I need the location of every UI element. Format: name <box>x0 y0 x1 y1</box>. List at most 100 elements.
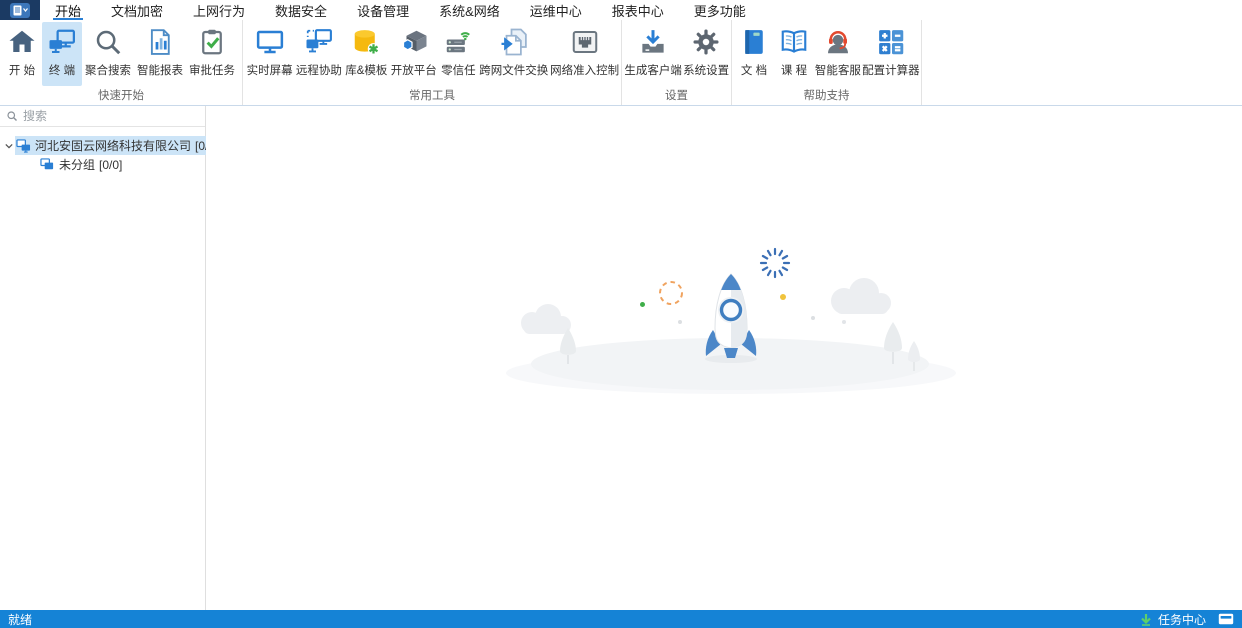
app-menu-button[interactable] <box>0 0 40 20</box>
dot-decoration <box>780 294 786 300</box>
chevron-down-icon[interactable] <box>3 143 15 149</box>
ribbon-item-label: 开 始 <box>9 62 35 78</box>
device-tree: 河北安固云网络科技有限公司 [0/0] 未分组 [0/0] <box>0 127 205 174</box>
ribbon-item-zero-trust[interactable]: 零信任 <box>438 22 478 86</box>
ribbon-item-smart-report[interactable]: 智能报表 <box>134 22 186 86</box>
ribbon-item-label: 零信任 <box>441 62 476 78</box>
tab-system-network[interactable]: 系统&网络 <box>424 0 515 20</box>
headset-agent-icon <box>821 25 855 59</box>
ribbon-item-approval-tasks[interactable]: 审批任务 <box>186 22 238 86</box>
ribbon-item-label: 课 程 <box>781 62 807 78</box>
ribbon-item-label: 配置计算器 <box>862 62 920 78</box>
ribbon-item-remote-assist[interactable]: 远程协助 <box>294 22 343 86</box>
ribbon-group-label: 设置 <box>622 86 731 107</box>
search-icon <box>6 110 18 122</box>
download-client-icon <box>636 25 670 59</box>
ribbon-item-label: 审批任务 <box>189 62 235 78</box>
calculator-icon <box>874 25 908 59</box>
ribbon-item-open-platform[interactable]: 开放平台 <box>389 22 438 86</box>
download-arrow-icon <box>1140 613 1152 626</box>
report-icon <box>143 25 177 59</box>
ribbon-item-system-settings[interactable]: 系统设置 <box>682 22 730 86</box>
search-input[interactable] <box>23 109 199 123</box>
tab-doc-encryption[interactable]: 文档加密 <box>96 0 178 20</box>
ribbon-item-label: 库&模板 <box>345 62 387 78</box>
main-content-empty-state <box>206 106 1242 610</box>
search-icon <box>91 25 125 59</box>
ribbon-group-settings: 生成客户端 系统设置 设置 <box>622 20 732 105</box>
clipboard-check-icon <box>195 25 229 59</box>
menu-tab-bar: 开始 文档加密 上网行为 数据安全 设备管理 系统&网络 运维中心 报表中心 更… <box>0 0 1242 20</box>
terminal-icon <box>45 25 79 59</box>
ribbon-item-aggregate-search[interactable]: 聚合搜索 <box>82 22 134 86</box>
ribbon-item-label: 系统设置 <box>683 62 729 78</box>
ribbon-item-label: 实时屏幕 <box>247 62 293 78</box>
sidebar-search-bar <box>0 106 205 127</box>
ribbon-item-label: 跨网文件交换 <box>479 62 548 78</box>
tab-device-management[interactable]: 设备管理 <box>342 0 424 20</box>
ribbon-item-smart-service[interactable]: 智能客服 <box>814 22 862 86</box>
ribbon-group-common-tools: 实时屏幕 远程协助 库&模板 <box>243 20 622 105</box>
tab-more-features[interactable]: 更多功能 <box>679 0 761 20</box>
computer-group-icon <box>16 139 31 153</box>
remote-desktop-icon <box>302 25 336 59</box>
dot-decoration <box>678 320 682 324</box>
tab-home[interactable]: 开始 <box>40 0 96 20</box>
ribbon-group-quick-start: 开 始 终 端 聚合搜索 <box>0 20 243 105</box>
ribbon-item-label: 远程协助 <box>296 62 342 78</box>
open-book-icon <box>777 25 811 59</box>
home-icon <box>5 25 39 59</box>
ribbon-group-label: 快速开始 <box>0 86 242 107</box>
task-center-label: 任务中心 <box>1158 611 1206 628</box>
ribbon-item-library-templates[interactable]: 库&模板 <box>343 22 389 86</box>
ribbon-toolbar: 开 始 终 端 聚合搜索 <box>0 20 1242 106</box>
ribbon-item-label: 文 档 <box>741 62 767 78</box>
taskwindow-icon[interactable] <box>1218 613 1234 625</box>
tab-report-center[interactable]: 报表中心 <box>597 0 679 20</box>
ribbon-item-courses[interactable]: 课 程 <box>774 22 814 86</box>
ribbon-item-network-access-control[interactable]: 网络准入控制 <box>549 22 620 86</box>
app-window: 开始 文档加密 上网行为 数据安全 设备管理 系统&网络 运维中心 报表中心 更… <box>0 0 1242 628</box>
ribbon-spacer <box>922 20 1242 105</box>
task-center-button[interactable]: 任务中心 <box>1140 611 1234 628</box>
tab-data-security[interactable]: 数据安全 <box>260 0 342 20</box>
tree-icon <box>906 341 922 371</box>
gear-icon <box>689 25 723 59</box>
ribbon-item-realtime-screen[interactable]: 实时屏幕 <box>245 22 294 86</box>
rocket-illustration <box>699 272 763 364</box>
tab-web-behavior[interactable]: 上网行为 <box>178 0 260 20</box>
ribbon-group-label: 常用工具 <box>243 86 621 107</box>
ribbon-group-label: 帮助支持 <box>732 86 921 107</box>
tree-icon <box>882 322 904 364</box>
tree-icon <box>558 328 578 364</box>
ribbon-item-label: 终 端 <box>49 62 75 78</box>
ribbon-item-terminal[interactable]: 终 端 <box>42 22 82 86</box>
dashed-circle-decoration <box>656 278 686 308</box>
ribbon-item-generate-client[interactable]: 生成客户端 <box>624 22 682 86</box>
ribbon-item-label: 智能报表 <box>137 62 183 78</box>
cube-icon <box>397 25 431 59</box>
monitor-icon <box>253 25 287 59</box>
status-text: 就绪 <box>8 611 32 628</box>
app-menu-icon <box>10 3 30 18</box>
ribbon-item-config-calculator[interactable]: 配置计算器 <box>862 22 920 86</box>
status-bar: 就绪 任务中心 <box>0 610 1242 628</box>
dot-decoration <box>842 320 846 324</box>
ribbon-item-label: 生成客户端 <box>624 62 682 78</box>
tree-item-company-root[interactable]: 河北安固云网络科技有限公司 [0/0] <box>0 136 205 155</box>
ribbon-group-help-support: 文 档 课 程 智能客服 <box>732 20 922 105</box>
tree-item-label: 未分组 <box>59 156 95 173</box>
device-tree-sidebar: 河北安固云网络科技有限公司 [0/0] 未分组 [0/0] <box>0 106 206 610</box>
computer-icon <box>40 158 55 172</box>
cloud-icon <box>824 278 896 314</box>
dot-decoration <box>811 316 815 320</box>
tree-item-label: 河北安固云网络科技有限公司 <box>35 137 191 154</box>
ribbon-item-start[interactable]: 开 始 <box>2 22 42 86</box>
ribbon-item-cross-network-file-exchange[interactable]: 跨网文件交换 <box>478 22 549 86</box>
ribbon-item-label: 网络准入控制 <box>550 62 619 78</box>
ribbon-item-docs[interactable]: 文 档 <box>734 22 774 86</box>
tree-item-ungrouped[interactable]: 未分组 [0/0] <box>0 155 205 174</box>
tab-ops-center[interactable]: 运维中心 <box>515 0 597 20</box>
ethernet-port-icon <box>568 25 602 59</box>
dot-decoration <box>640 302 645 307</box>
